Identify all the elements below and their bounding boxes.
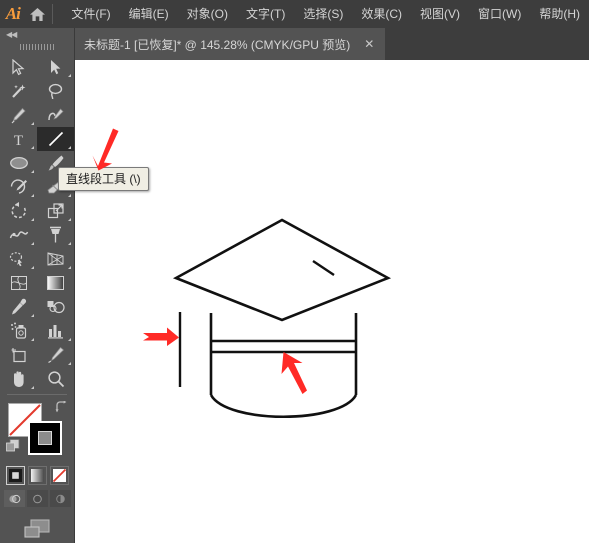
tool-divider xyxy=(7,394,67,395)
flyout-indicator-icon[interactable] xyxy=(68,266,71,269)
fill-stroke-controls xyxy=(0,399,74,461)
artboard-canvas[interactable] xyxy=(75,60,589,543)
default-fill-stroke-icon[interactable] xyxy=(6,439,20,458)
gradient-mode-button[interactable] xyxy=(27,466,47,485)
menu-item-select[interactable]: 选择(S) xyxy=(294,3,352,25)
tool-direct-selection-tool[interactable] xyxy=(37,55,74,79)
flyout-indicator-icon[interactable] xyxy=(68,362,71,365)
flyout-indicator-icon[interactable] xyxy=(68,194,71,197)
document-tab-bar: 未标题-1 [已恢复]* @ 145.28% (CMYK/GPU 预览) ✕ xyxy=(0,28,589,60)
flyout-indicator-icon[interactable] xyxy=(68,74,71,77)
tool-slice-tool[interactable] xyxy=(37,343,74,367)
tool-curvature-tool[interactable] xyxy=(37,103,74,127)
draw-inside-button[interactable] xyxy=(49,490,71,507)
cap-bottom-curve xyxy=(209,394,358,419)
home-icon[interactable] xyxy=(26,0,50,28)
tool-hand-tool[interactable] xyxy=(0,367,37,391)
menu-item-view[interactable]: 视图(V) xyxy=(411,3,469,25)
tool-gradient-tool[interactable] xyxy=(37,271,74,295)
tool-zoom-tool[interactable] xyxy=(37,367,74,391)
menu-divider xyxy=(51,4,53,24)
draw-behind-button[interactable] xyxy=(26,490,48,507)
menu-item-edit[interactable]: 编辑(E) xyxy=(120,3,178,25)
tool-width-tool[interactable] xyxy=(0,223,37,247)
drag-grip-icon[interactable] xyxy=(0,41,74,53)
menu-item-file[interactable]: 文件(F) xyxy=(62,3,119,25)
menu-item-type[interactable]: 文字(T) xyxy=(237,3,294,25)
flyout-indicator-icon[interactable] xyxy=(31,338,34,341)
color-mode-row xyxy=(0,466,74,485)
swap-fill-stroke-icon[interactable] xyxy=(55,400,68,419)
flyout-indicator-icon[interactable] xyxy=(31,218,34,221)
flyout-indicator-icon[interactable] xyxy=(68,218,71,221)
draw-mode-row xyxy=(0,490,74,507)
menu-item-window[interactable]: 窗口(W) xyxy=(469,3,530,25)
document-tab[interactable]: 未标题-1 [已恢复]* @ 145.28% (CMYK/GPU 预览) ✕ xyxy=(72,28,386,60)
tool-ellipse-tool[interactable] xyxy=(0,151,37,175)
flyout-indicator-icon[interactable] xyxy=(68,242,71,245)
mortarboard-diamond xyxy=(172,218,392,322)
tool-eyedropper-tool[interactable] xyxy=(0,295,37,319)
flyout-indicator-icon[interactable] xyxy=(31,122,34,125)
none-mode-button[interactable] xyxy=(49,466,69,485)
tool-lasso-tool[interactable] xyxy=(37,79,74,103)
close-icon[interactable]: ✕ xyxy=(361,38,377,50)
tool-mesh-tool[interactable] xyxy=(0,271,37,295)
menu-item-effect[interactable]: 效果(C) xyxy=(352,3,411,25)
tool-magic-wand-tool[interactable] xyxy=(0,79,37,103)
tool-grid: T xyxy=(0,53,74,391)
flyout-indicator-icon[interactable] xyxy=(31,170,34,173)
tool-perspective-grid-tool[interactable] xyxy=(37,247,74,271)
menu-item-list: 文件(F) 编辑(E) 对象(O) 文字(T) 选择(S) 效果(C) 视图(V… xyxy=(62,3,589,25)
flyout-indicator-icon[interactable] xyxy=(31,266,34,269)
tool-blend-tool[interactable] xyxy=(37,295,74,319)
flyout-indicator-icon[interactable] xyxy=(31,386,34,389)
app-logo: Ai xyxy=(5,4,21,23)
tool-type-tool[interactable]: T xyxy=(0,127,37,151)
tool-symbol-sprayer-tool[interactable] xyxy=(0,319,37,343)
tool-pen-tool[interactable] xyxy=(0,103,37,127)
tool-shaper-tool[interactable] xyxy=(0,175,37,199)
tool-column-graph-tool[interactable] xyxy=(37,319,74,343)
menu-item-object[interactable]: 对象(O) xyxy=(178,3,237,25)
collapse-panel-icon[interactable]: ◀◀ xyxy=(0,28,74,41)
tool-panel: ◀◀ T xyxy=(0,28,75,543)
tool-rotate-tool[interactable] xyxy=(0,199,37,223)
svg-text:T: T xyxy=(14,133,23,147)
document-tab-title: 未标题-1 [已恢复]* @ 145.28% (CMYK/GPU 预览) xyxy=(84,37,351,52)
tool-artboard-tool[interactable] xyxy=(0,343,37,367)
tassel-short-line xyxy=(312,260,335,276)
tool-scale-tool[interactable] xyxy=(37,199,74,223)
artwork-svg xyxy=(172,218,392,419)
flyout-indicator-icon[interactable] xyxy=(68,146,71,149)
flyout-indicator-icon[interactable] xyxy=(31,194,34,197)
stroke-swatch[interactable] xyxy=(28,421,62,455)
tool-shape-builder-tool[interactable] xyxy=(0,247,37,271)
draw-normal-button[interactable] xyxy=(3,490,25,507)
flyout-indicator-icon[interactable] xyxy=(68,338,71,341)
menu-item-help[interactable]: 帮助(H) xyxy=(530,3,589,25)
flyout-indicator-icon[interactable] xyxy=(31,242,34,245)
tool-free-transform-tool[interactable] xyxy=(37,223,74,247)
change-screen-mode-button[interactable] xyxy=(0,517,74,541)
color-mode-button[interactable] xyxy=(5,466,25,485)
flyout-indicator-icon[interactable] xyxy=(31,314,34,317)
tool-selection-tool[interactable] xyxy=(0,55,37,79)
tool-line-segment-tool[interactable] xyxy=(37,127,74,151)
flyout-indicator-icon[interactable] xyxy=(31,146,34,149)
illustrator-window: Ai 文件(F) 编辑(E) 对象(O) 文字(T) 选择(S) 效果(C) 视… xyxy=(0,0,589,543)
tool-tooltip: 直线段工具 (\) xyxy=(58,167,149,191)
stroke-inner-square xyxy=(38,431,52,445)
menu-bar: Ai 文件(F) 编辑(E) 对象(O) 文字(T) 选择(S) 效果(C) 视… xyxy=(0,0,589,28)
